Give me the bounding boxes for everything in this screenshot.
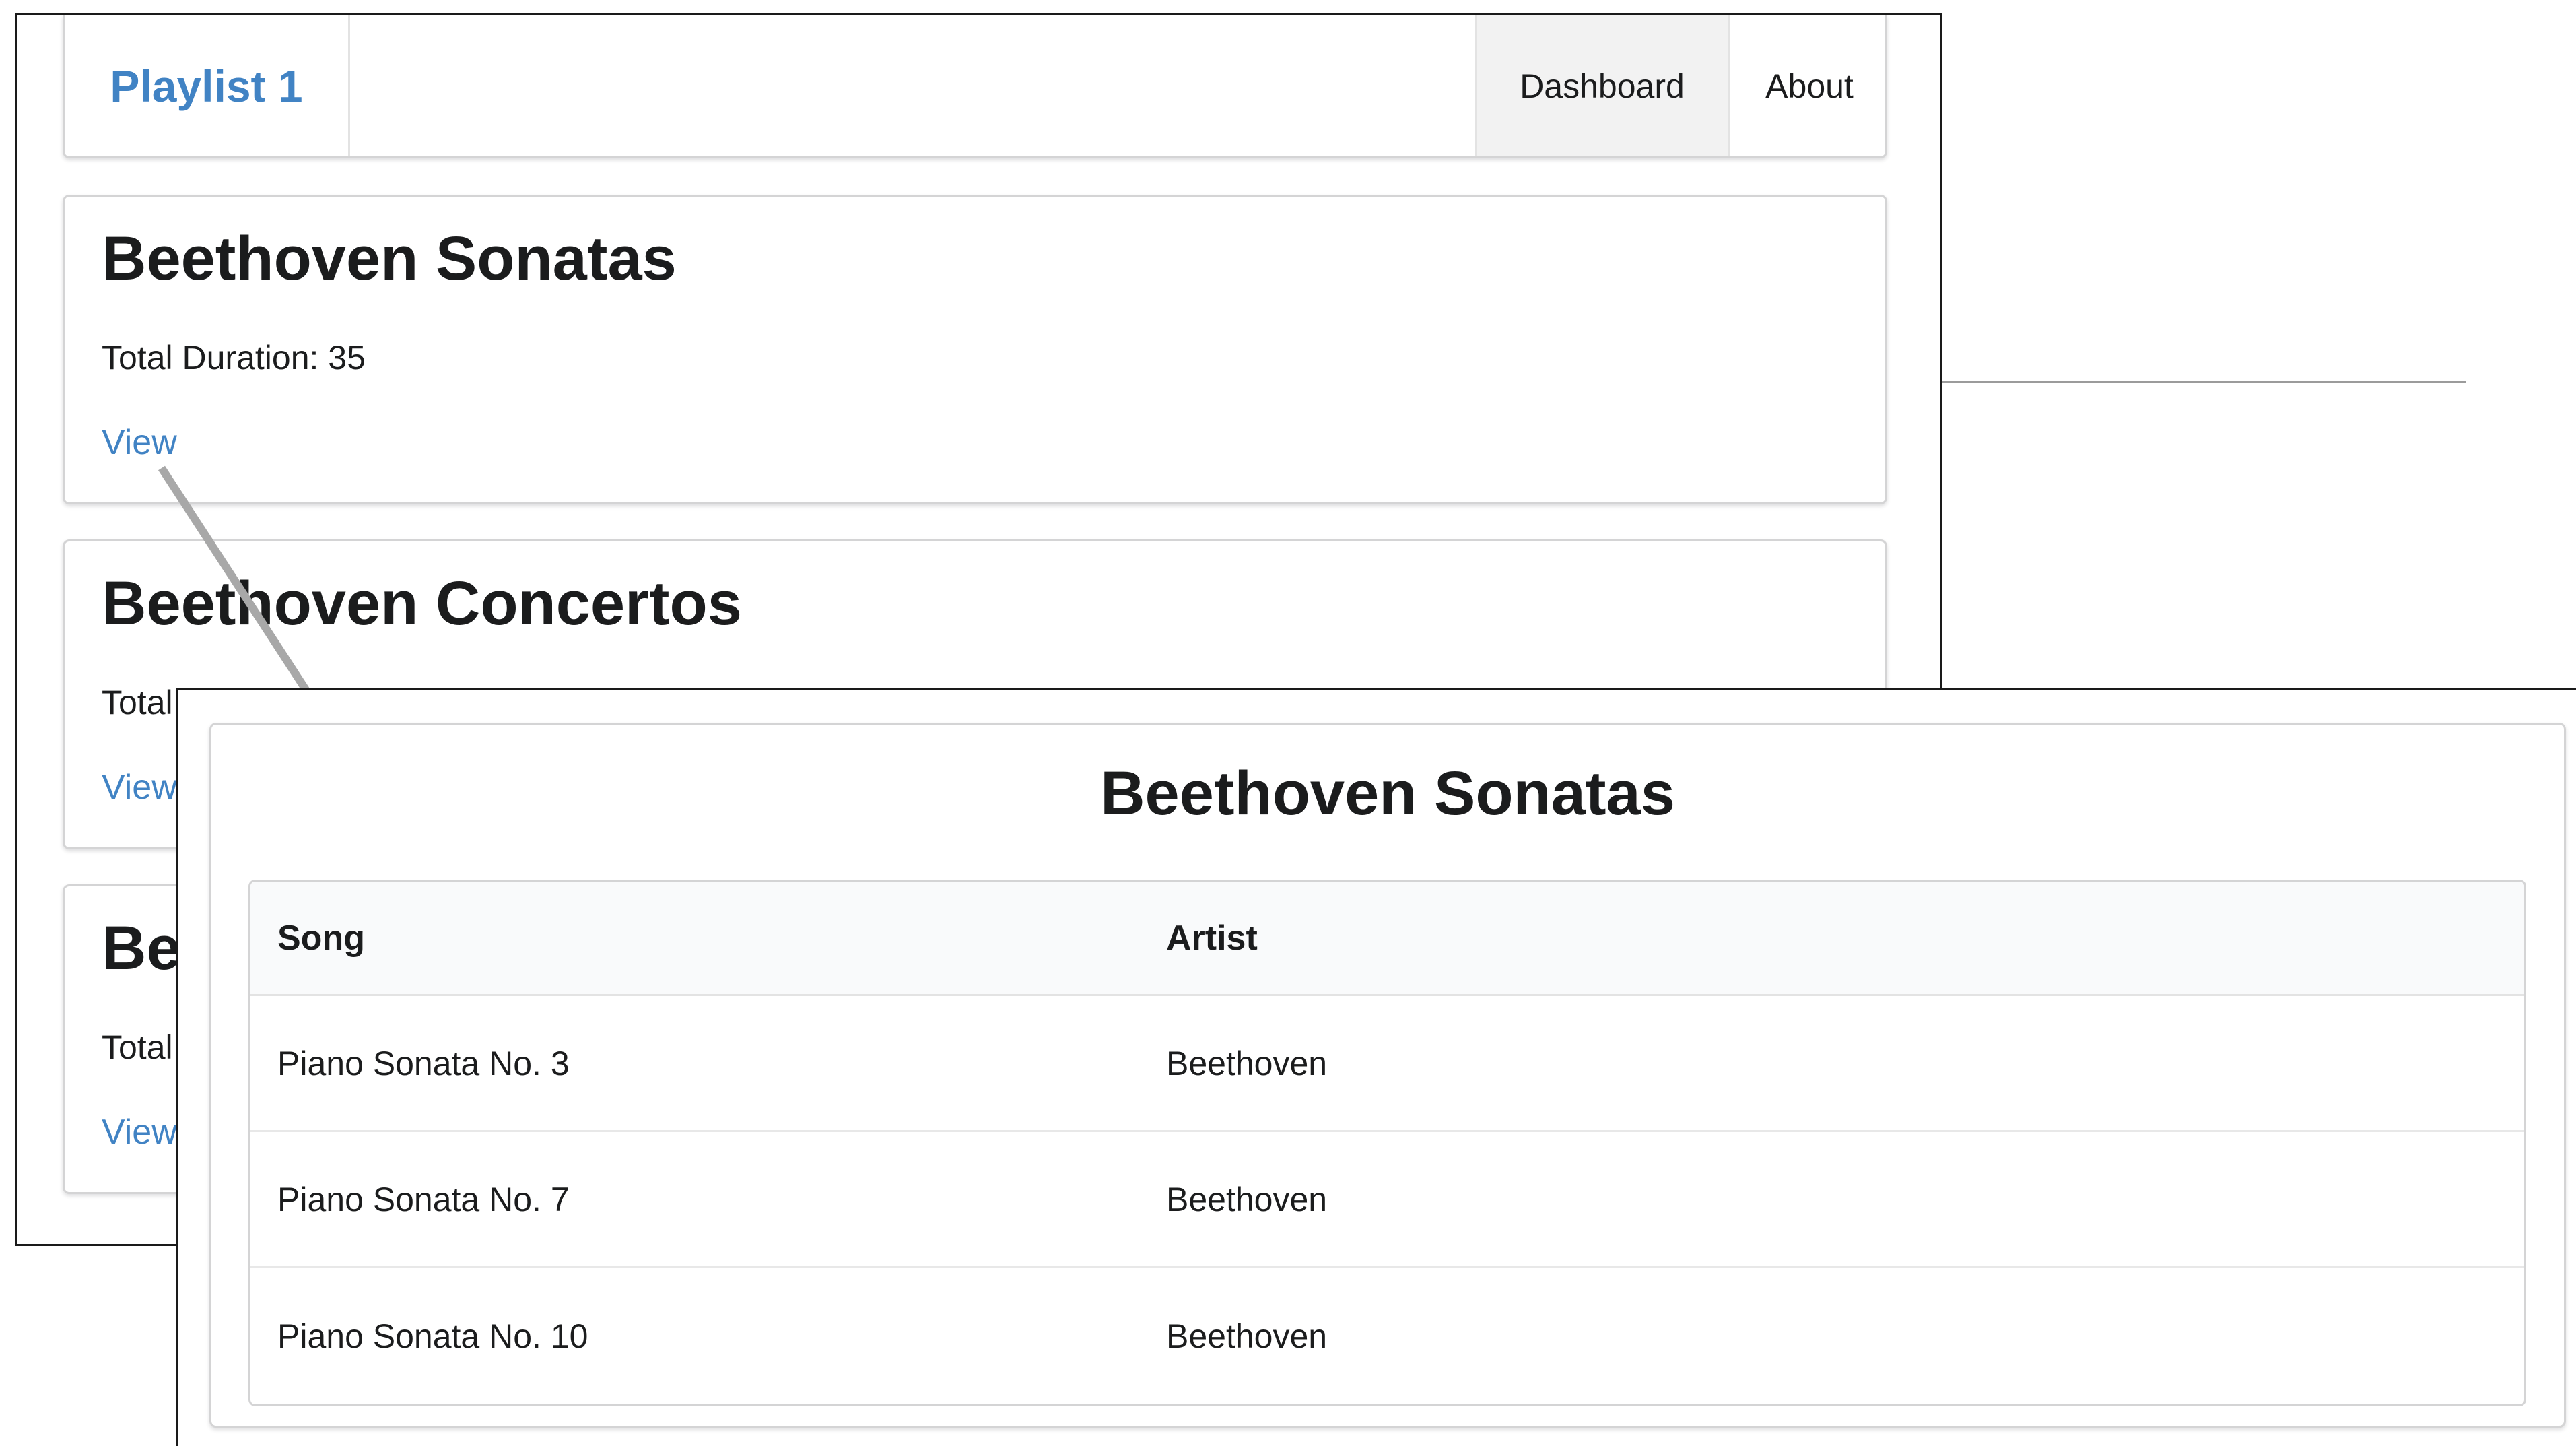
playlist-title: Beethoven Concertos bbox=[102, 569, 742, 638]
table-row[interactable]: Piano Sonata No. 7 Beethoven bbox=[250, 1132, 2524, 1268]
artist-cell: Beethoven bbox=[1166, 1044, 1328, 1082]
detail-title: Beethoven Sonatas bbox=[1100, 759, 1675, 828]
artist-cell: Beethoven bbox=[1166, 1317, 1328, 1355]
song-table: Song Artist Piano Sonata No. 3 Beethoven… bbox=[248, 880, 2526, 1406]
playlist-title: Beethoven Sonatas bbox=[102, 224, 677, 293]
column-header-artist[interactable]: Artist bbox=[1166, 918, 2524, 958]
column-header-song[interactable]: Song bbox=[250, 918, 1166, 958]
artist-cell: Beethoven bbox=[1166, 1180, 1328, 1218]
menu-item-about[interactable]: About bbox=[1728, 15, 1889, 156]
song-cell: Piano Sonata No. 3 bbox=[277, 1044, 570, 1082]
playlist-title: Be bbox=[102, 914, 181, 983]
song-cell: Piano Sonata No. 10 bbox=[277, 1317, 588, 1355]
view-link[interactable]: View bbox=[102, 767, 177, 808]
view-link[interactable]: View bbox=[102, 422, 177, 463]
view-link[interactable]: View bbox=[102, 1112, 177, 1152]
playlist-detail-window: Beethoven Sonatas Song Artist Piano Sona… bbox=[176, 688, 2576, 1446]
playlist-duration: Total bbox=[102, 1028, 173, 1066]
menu-item-dashboard[interactable]: Dashboard bbox=[1475, 15, 1728, 156]
table-row[interactable]: Piano Sonata No. 10 Beethoven bbox=[250, 1268, 2524, 1404]
table-header: Song Artist bbox=[250, 882, 2524, 996]
playlist-duration: Total Duration: 35 bbox=[102, 339, 366, 376]
table-row[interactable]: Piano Sonata No. 3 Beethoven bbox=[250, 996, 2524, 1132]
playlist-card: Beethoven Sonatas Total Duration: 35 Vie… bbox=[63, 195, 1887, 504]
playlist-duration: Total bbox=[102, 684, 173, 721]
top-menu: Playlist 1 Dashboard About bbox=[63, 15, 1887, 158]
brand-title[interactable]: Playlist 1 bbox=[65, 15, 350, 156]
detail-segment: Beethoven Sonatas Song Artist Piano Sona… bbox=[209, 723, 2566, 1428]
divider-line bbox=[1942, 381, 2466, 383]
song-cell: Piano Sonata No. 7 bbox=[277, 1180, 570, 1218]
